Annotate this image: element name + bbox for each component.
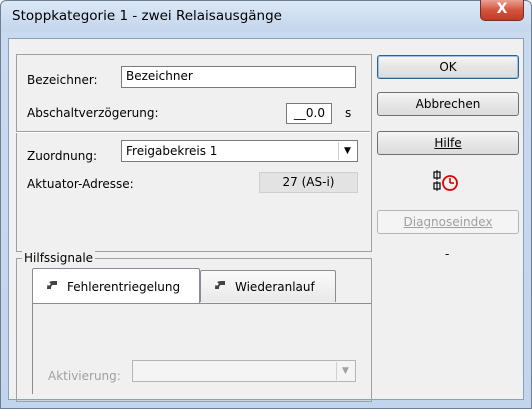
diagnoseindex-button-label: Diagnoseindex xyxy=(403,215,493,229)
bezeichner-input[interactable]: Bezeichner xyxy=(121,66,356,88)
diagnose-dash: - xyxy=(445,247,450,261)
separator xyxy=(16,131,370,133)
verzoegerung-unit: s xyxy=(345,106,352,120)
help-button-label: Hilfe xyxy=(434,136,462,150)
help-button[interactable]: Hilfe xyxy=(377,131,519,155)
close-button[interactable]: X xyxy=(480,0,524,21)
aktivierung-dropdown[interactable]: ▼ xyxy=(132,360,356,382)
zuordnung-label: Zuordnung: xyxy=(27,149,97,163)
chevron-down-icon[interactable]: ▼ xyxy=(338,142,356,160)
tab-wiederanlauf[interactable]: Wiederanlauf xyxy=(200,270,336,302)
window-title: Stoppkategorie 1 - zwei Relaisausgänge xyxy=(12,8,282,24)
adresse-value-field: 27 (AS-i) xyxy=(259,172,358,193)
cancel-button[interactable]: Abbrechen xyxy=(377,92,519,116)
hilfssignale-label: Hilfssignale xyxy=(22,251,96,265)
chevron-down-icon[interactable]: ▼ xyxy=(336,362,354,380)
reset-signal-icon xyxy=(213,279,227,294)
bezeichner-input-value: Bezeichner xyxy=(126,69,193,83)
zuordnung-dropdown-value: Freigabekreis 1 xyxy=(126,144,218,158)
aktivierung-label: Aktivierung: xyxy=(48,369,121,383)
tab-label: Fehlerentriegelung xyxy=(67,279,181,294)
tab-fehlerentriegelung[interactable]: Fehlerentriegelung xyxy=(32,268,200,304)
bezeichner-label: Bezeichner: xyxy=(27,73,98,87)
reset-signal-icon xyxy=(45,279,59,294)
tab-label: Wiederanlauf xyxy=(235,279,315,294)
relay-timer-icon xyxy=(432,170,462,196)
verzoegerung-input-value: __0.0 xyxy=(293,106,325,120)
adresse-label: Aktuator-Adresse: xyxy=(27,177,134,191)
ok-button[interactable]: OK xyxy=(377,55,519,79)
title-bar[interactable]: Stoppkategorie 1 - zwei Relaisausgänge X xyxy=(0,0,530,38)
adresse-value: 27 (AS-i) xyxy=(282,175,335,189)
verzoegerung-input[interactable]: __0.0 xyxy=(286,103,332,124)
diagnoseindex-button[interactable]: Diagnoseindex xyxy=(377,210,519,234)
zuordnung-dropdown[interactable]: Freigabekreis 1 ▼ xyxy=(121,140,358,162)
verzoegerung-label: Abschaltverzögerung: xyxy=(27,106,159,120)
